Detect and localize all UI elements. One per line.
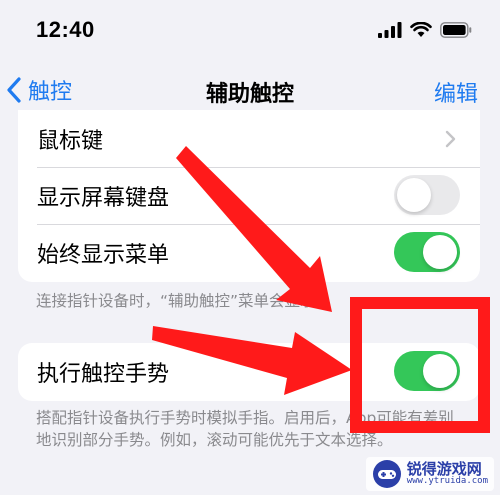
settings-group-gestures: 执行触控手势 bbox=[18, 343, 480, 401]
battery-icon bbox=[440, 22, 472, 38]
wifi-icon bbox=[410, 22, 432, 37]
watermark: 锐得游戏网 www.ytruida.com bbox=[365, 457, 494, 491]
pointer-footnote: 连接指针设备时，“辅助触控”菜单会显示。 bbox=[36, 292, 332, 310]
edit-button[interactable]: 编辑 bbox=[434, 76, 478, 108]
page-title: 辅助触控 bbox=[205, 82, 294, 107]
gestures-footnote: 搭配指针设备执行手势时模拟手指。启用后，App可能有差别地识别部分手势。例如，滚… bbox=[36, 409, 454, 449]
toggle-knob bbox=[397, 178, 431, 212]
row-mouse-keys[interactable]: 鼠标键 bbox=[18, 110, 480, 167]
perform-touch-gestures-toggle[interactable] bbox=[394, 351, 460, 391]
watermark-text: 锐得游戏网 www.ytruida.com bbox=[407, 461, 488, 487]
toggle-knob bbox=[423, 354, 457, 388]
cellular-signal-icon bbox=[378, 22, 402, 38]
show-onscreen-keyboard-toggle[interactable] bbox=[394, 175, 460, 215]
always-show-menu-toggle[interactable] bbox=[394, 232, 460, 272]
status-time: 12:40 bbox=[36, 17, 95, 42]
row-show-onscreen-keyboard: 显示屏幕键盘 bbox=[18, 167, 480, 224]
status-bar: 12:40 bbox=[0, 0, 500, 62]
navigation-bar: 触控 辅助触控 编辑 bbox=[0, 62, 500, 117]
row-always-show-menu: 始终显示菜单 bbox=[18, 224, 480, 281]
gamepad-logo-icon bbox=[372, 460, 401, 488]
settings-group-pointer: 鼠标键 显示屏幕键盘 始终显示菜单 bbox=[18, 110, 480, 282]
status-icons bbox=[378, 22, 472, 38]
row-label: 鼠标键 bbox=[37, 128, 104, 154]
toggle-knob bbox=[423, 235, 457, 269]
row-perform-touch-gestures: 执行触控手势 bbox=[18, 343, 480, 400]
chevron-right-icon bbox=[445, 130, 456, 148]
watermark-name: 锐得游戏网 bbox=[406, 459, 482, 478]
watermark-url: www.ytruida.com bbox=[406, 476, 488, 487]
